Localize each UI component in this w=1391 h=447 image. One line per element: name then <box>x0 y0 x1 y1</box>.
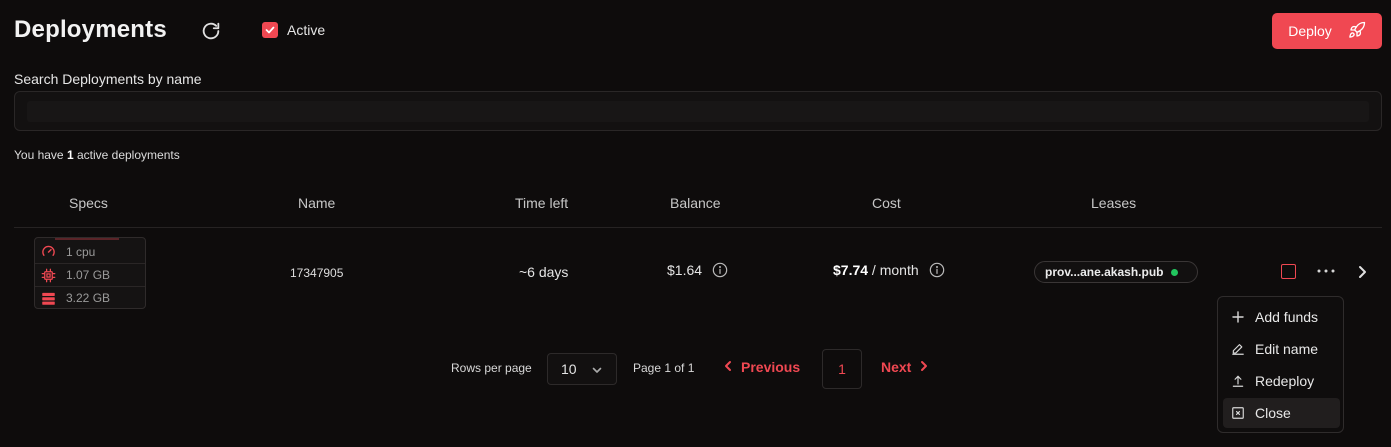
deploy-button[interactable]: Deploy <box>1272 13 1382 49</box>
chevron-left-icon <box>723 359 733 375</box>
rocket-icon <box>1348 21 1366 42</box>
active-deployments-summary: You have 1 active deployments <box>14 148 180 162</box>
search-label: Search Deployments by name <box>14 71 202 87</box>
speedometer-icon <box>41 244 56 259</box>
deploy-button-label: Deploy <box>1288 23 1332 39</box>
row-actions-menu: Add funds Edit name Redeploy Close <box>1217 296 1344 433</box>
rows-per-page-value: 10 <box>561 361 577 377</box>
menu-item-add-funds[interactable]: Add funds <box>1223 302 1340 332</box>
search-field-container <box>14 91 1382 131</box>
storage-icon <box>41 291 56 306</box>
chip-icon <box>41 268 56 283</box>
spec-memory: 1.07 GB <box>35 263 145 286</box>
chevron-right-icon <box>919 359 929 375</box>
menu-item-label: Edit name <box>1255 341 1319 357</box>
spec-memory-value: 1.07 GB <box>66 268 111 282</box>
cost-info-icon[interactable] <box>929 262 945 278</box>
cost-amount: $7.74 <box>833 262 869 278</box>
more-options-icon[interactable] <box>1316 262 1336 280</box>
column-header-specs: Specs <box>69 195 108 211</box>
lease-status-dot <box>1171 268 1179 276</box>
refresh-icon[interactable] <box>200 20 222 42</box>
deployment-name[interactable]: 17347905 <box>290 266 343 280</box>
active-filter-checkbox[interactable]: Active <box>262 22 325 38</box>
spec-cpu: 1 cpu <box>35 240 145 263</box>
menu-item-label: Redeploy <box>1255 373 1315 389</box>
next-page-button[interactable]: Next <box>881 359 929 375</box>
menu-item-close[interactable]: Close <box>1223 398 1340 428</box>
spec-storage: 3.22 GB <box>35 286 145 308</box>
row-select-checkbox[interactable] <box>1281 264 1296 279</box>
page-info: Page 1 of 1 <box>633 361 695 375</box>
lease-provider: prov...ane.akash.pub <box>1045 265 1164 279</box>
plus-icon <box>1231 310 1245 324</box>
summary-suffix: active deployments <box>73 148 180 162</box>
column-header-time-left: Time left <box>515 195 569 211</box>
previous-label: Previous <box>741 359 801 375</box>
next-label: Next <box>881 359 912 375</box>
spec-storage-value: 3.22 GB <box>66 291 111 305</box>
checkbox-checked-icon[interactable] <box>262 22 278 38</box>
rows-per-page-select[interactable]: 10 <box>547 353 617 385</box>
menu-item-label: Close <box>1255 405 1291 421</box>
active-filter-label: Active <box>287 22 326 38</box>
menu-item-label: Add funds <box>1255 309 1319 325</box>
spec-cpu-value: 1 cpu <box>66 244 96 259</box>
search-input[interactable] <box>27 101 1369 122</box>
chevron-right-icon[interactable] <box>1356 264 1370 280</box>
page-title: Deployments <box>14 16 167 43</box>
balance-cell: $1.64 <box>667 262 728 278</box>
close-square-icon <box>1231 406 1245 420</box>
column-header-leases: Leases <box>1091 195 1137 211</box>
cost-cell: $7.74 / month <box>833 262 945 278</box>
edit-icon <box>1231 342 1245 356</box>
menu-item-edit-name[interactable]: Edit name <box>1223 334 1340 364</box>
summary-count: 1 <box>66 148 74 162</box>
previous-page-button[interactable]: Previous <box>723 359 800 375</box>
column-header-cost: Cost <box>872 195 901 211</box>
specs-card: 1 cpu 1.07 GB 3.22 GB <box>34 237 146 309</box>
column-header-name: Name <box>298 195 336 211</box>
rows-per-page-label: Rows per page <box>451 361 532 375</box>
time-left-value: ~6 days <box>519 264 569 280</box>
table-header-divider <box>14 227 1382 228</box>
cost-period: / month <box>868 262 919 278</box>
page-number-button[interactable]: 1 <box>822 349 862 389</box>
lease-badge[interactable]: prov...ane.akash.pub <box>1034 261 1198 283</box>
upload-icon <box>1231 374 1245 388</box>
column-header-balance: Balance <box>670 195 721 211</box>
summary-prefix: You have <box>14 148 67 162</box>
balance-info-icon[interactable] <box>712 262 728 278</box>
balance-value: $1.64 <box>667 262 703 278</box>
chevron-down-icon <box>591 363 603 375</box>
cost-text: $7.74 / month <box>833 262 919 278</box>
menu-item-redeploy[interactable]: Redeploy <box>1223 366 1340 396</box>
